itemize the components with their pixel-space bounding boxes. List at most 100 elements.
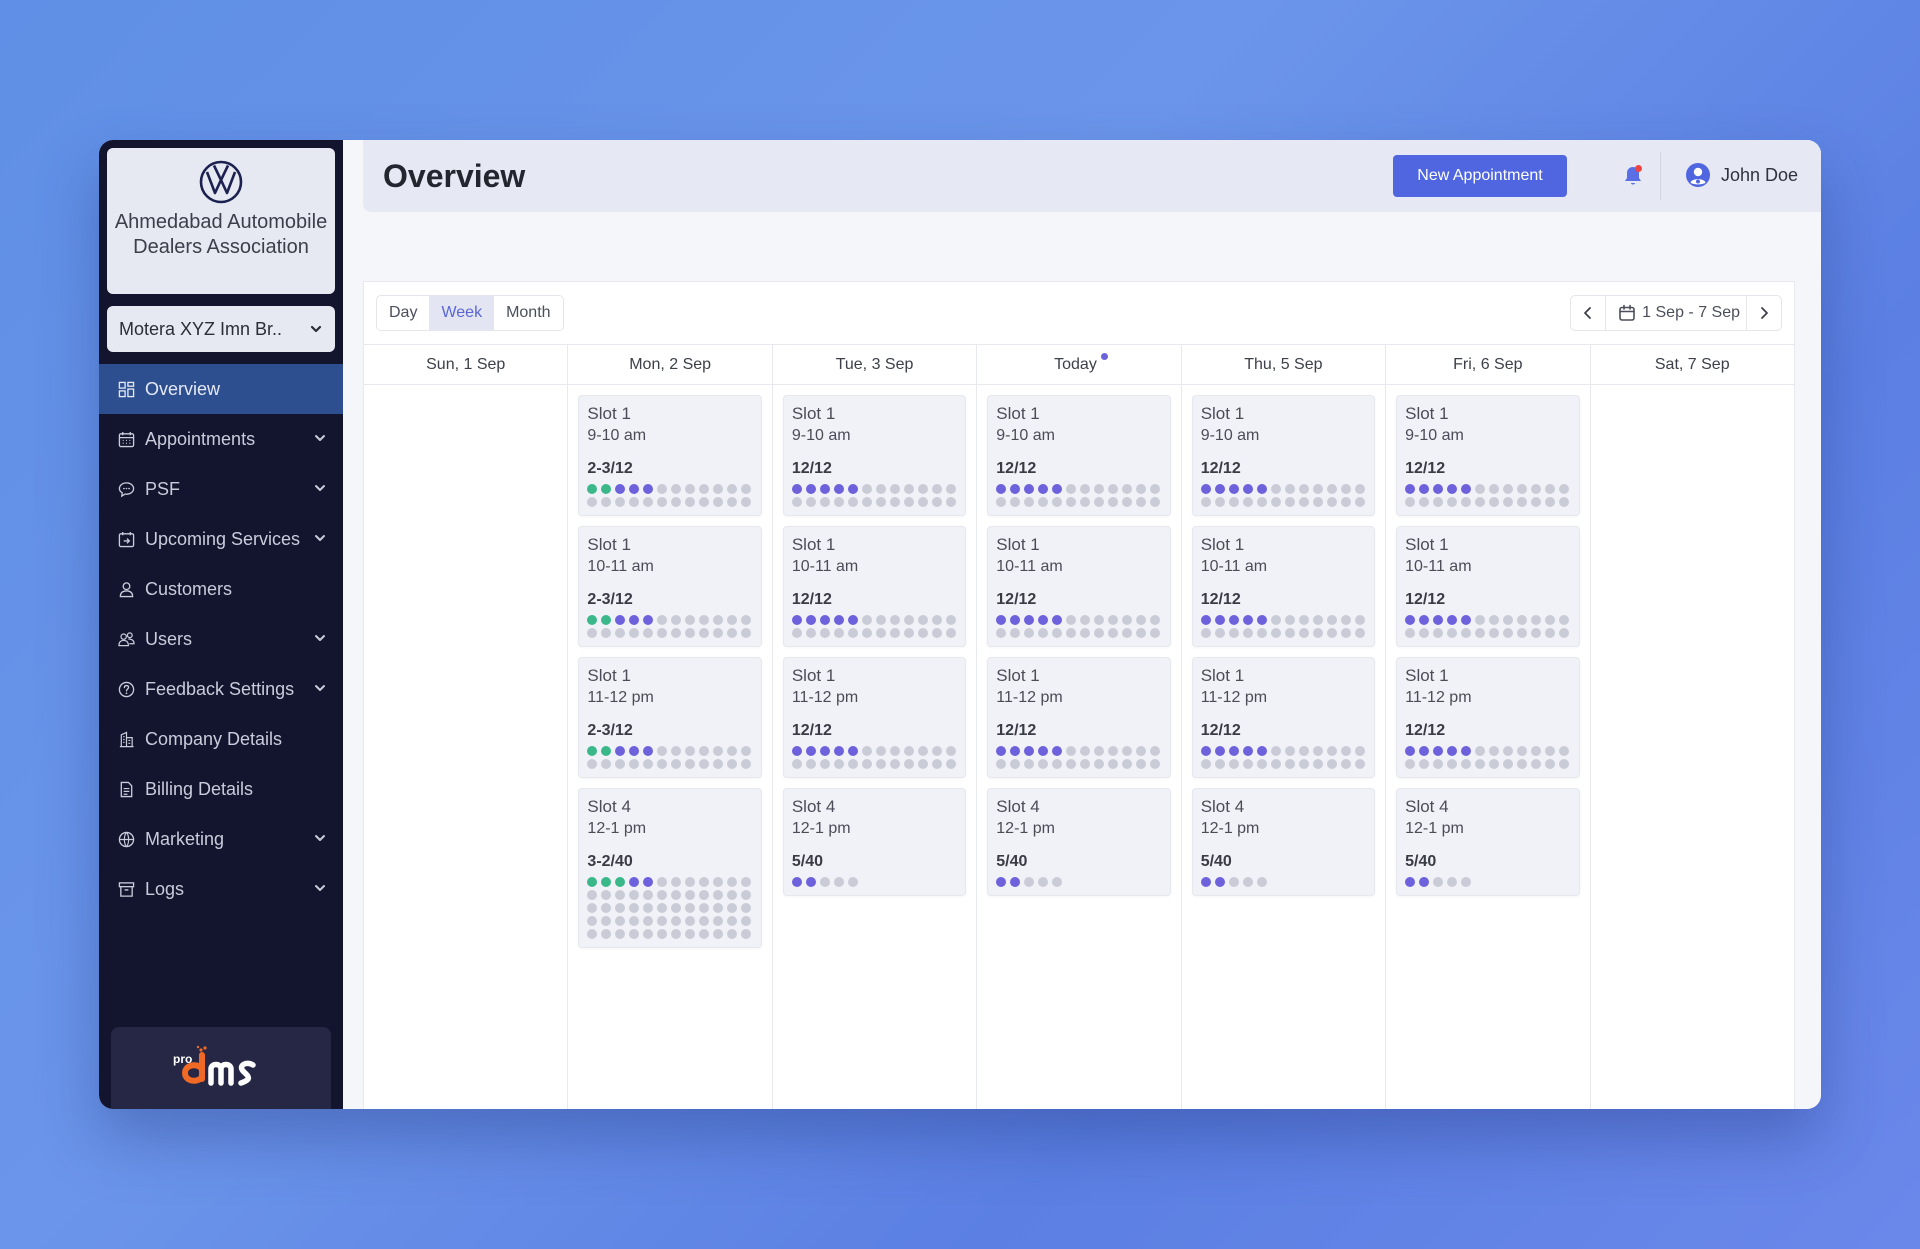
brand-name: Ahmedabad Automobile Dealers Association (114, 211, 328, 258)
dot-available (861, 497, 872, 507)
sidebar-item-company-details[interactable]: Company Details (99, 714, 343, 764)
sidebar-item-upcoming-services[interactable]: Upcoming Services (99, 514, 343, 564)
date-range-picker[interactable]: 1 Sep - 7 Sep (1605, 296, 1747, 330)
sidebar-item-billing-details[interactable]: Billing Details (99, 764, 343, 814)
slot-card[interactable]: Slot 1 10-11 am 12/12 (1191, 526, 1376, 647)
slot-name: Slot 4 (996, 797, 1040, 816)
dot-available (875, 628, 886, 638)
sidebar-item-overview[interactable]: Overview (99, 364, 343, 414)
dot-available (1270, 628, 1281, 638)
slot-card[interactable]: Slot 1 9-10 am 12/12 (782, 395, 967, 516)
day-column: Mon, 2 Sep Slot 1 9-10 am 2-3/12 Slot 1 10-11… (568, 345, 773, 1109)
dot-available (1052, 759, 1063, 769)
slot-count: 12/12 (1405, 722, 1446, 739)
dot-available (643, 890, 654, 900)
next-week-button[interactable] (1747, 296, 1781, 330)
slot-card[interactable]: Slot 1 9-10 am 12/12 (1191, 395, 1376, 516)
sidebar-item-marketing[interactable]: Marketing (99, 814, 343, 864)
slot-card[interactable]: Slot 1 10-11 am 2-3/12 (578, 526, 762, 647)
slot-card[interactable]: Slot 4 12-1 pm 5/40 (1396, 788, 1580, 896)
dot-available (727, 890, 738, 900)
slot-card[interactable]: Slot 1 11-12 pm 2-3/12 (578, 657, 762, 778)
dot-available (1312, 497, 1323, 507)
slot-card[interactable]: Slot 1 9-10 am 12/12 (987, 395, 1171, 516)
dot-available (1108, 759, 1119, 769)
dot-available (875, 746, 886, 756)
sidebar-item-appointments[interactable]: Appointments (99, 414, 343, 464)
dot-booked (1200, 877, 1211, 887)
dot-available (1284, 497, 1295, 507)
slot-card[interactable]: Slot 1 11-12 pm 12/12 (1396, 657, 1580, 778)
dot-available (1108, 484, 1119, 494)
dot-available (1475, 484, 1486, 494)
day-label: Sun, 1 Sep (426, 355, 506, 373)
sidebar-item-users[interactable]: Users (99, 614, 343, 664)
dot-available (1038, 877, 1049, 887)
dot-booked (1228, 484, 1239, 494)
dot-available (889, 759, 900, 769)
sidebar-item-logs[interactable]: Logs (99, 864, 343, 914)
slot-count: 3-2/40 (587, 853, 633, 870)
new-appointment-button[interactable]: New Appointment (1393, 155, 1567, 197)
dot-available (699, 615, 710, 625)
branch-select[interactable]: Motera XYZ Imn Br.. (107, 306, 335, 352)
dot-available (1270, 484, 1281, 494)
dot-available (1503, 628, 1514, 638)
dot-available (1531, 497, 1542, 507)
sidebar-item-psf[interactable]: PSF (99, 464, 343, 514)
dot-booked (643, 615, 654, 625)
dot-available (1475, 615, 1486, 625)
sidebar-item-label: Logs (145, 878, 185, 899)
slot-card[interactable]: Slot 4 12-1 pm 5/40 (987, 788, 1171, 896)
dot-booked (1052, 484, 1063, 494)
prev-week-button[interactable] (1571, 296, 1605, 330)
dot-checked-in (601, 615, 612, 625)
slot-card[interactable]: Slot 1 10-11 am 12/12 (782, 526, 967, 647)
slot-card[interactable]: Slot 1 10-11 am 12/12 (987, 526, 1171, 647)
dot-available (1256, 759, 1267, 769)
dot-booked (629, 484, 640, 494)
slot-name: Slot 1 (791, 535, 836, 554)
dot-available (671, 890, 682, 900)
dot-available (1531, 628, 1542, 638)
slot-card[interactable]: Slot 1 10-11 am 12/12 (1396, 526, 1580, 647)
notification-button[interactable] (1621, 164, 1645, 188)
dot-booked (791, 615, 802, 625)
dot-available (903, 759, 914, 769)
sidebar-item-customers[interactable]: Customers (99, 564, 343, 614)
dot-available (1475, 746, 1486, 756)
dot-available (1214, 497, 1225, 507)
slot-card[interactable]: Slot 1 9-10 am 12/12 (1396, 395, 1580, 516)
slot-card[interactable]: Slot 4 12-1 pm 3-2/40 (578, 788, 762, 948)
dot-booked (1214, 746, 1225, 756)
dot-available (685, 628, 696, 638)
user-menu[interactable]: John Doe (1685, 162, 1798, 188)
dot-available (903, 484, 914, 494)
slot-card[interactable]: Slot 1 11-12 pm 12/12 (1191, 657, 1376, 778)
dot-booked (791, 484, 802, 494)
slot-card[interactable]: Slot 1 11-12 pm 12/12 (782, 657, 967, 778)
slot-card[interactable]: Slot 4 12-1 pm 5/40 (782, 788, 967, 896)
dot-available (713, 877, 724, 887)
slot-card[interactable]: Slot 1 11-12 pm 12/12 (987, 657, 1171, 778)
view-tab-day[interactable]: Day (377, 296, 429, 330)
dot-available (1200, 759, 1211, 769)
chevron-down-icon (315, 685, 325, 691)
dot-available (727, 615, 738, 625)
dot-available (917, 497, 928, 507)
slot-card[interactable]: Slot 4 12-1 pm 5/40 (1191, 788, 1376, 896)
building-icon (117, 730, 135, 748)
dot-available (1461, 497, 1472, 507)
dot-booked (1419, 877, 1430, 887)
dot-available (1200, 497, 1211, 507)
view-tab-month[interactable]: Month (494, 296, 562, 330)
dot-available (699, 877, 710, 887)
dot-available (713, 484, 724, 494)
dot-available (615, 903, 626, 913)
dot-available (903, 497, 914, 507)
dot-booked (1214, 484, 1225, 494)
view-tab-week[interactable]: Week (429, 296, 495, 330)
slot-card[interactable]: Slot 1 9-10 am 2-3/12 (578, 395, 762, 516)
dot-available (1010, 628, 1021, 638)
sidebar-item-feedback-settings[interactable]: Feedback Settings (99, 664, 343, 714)
